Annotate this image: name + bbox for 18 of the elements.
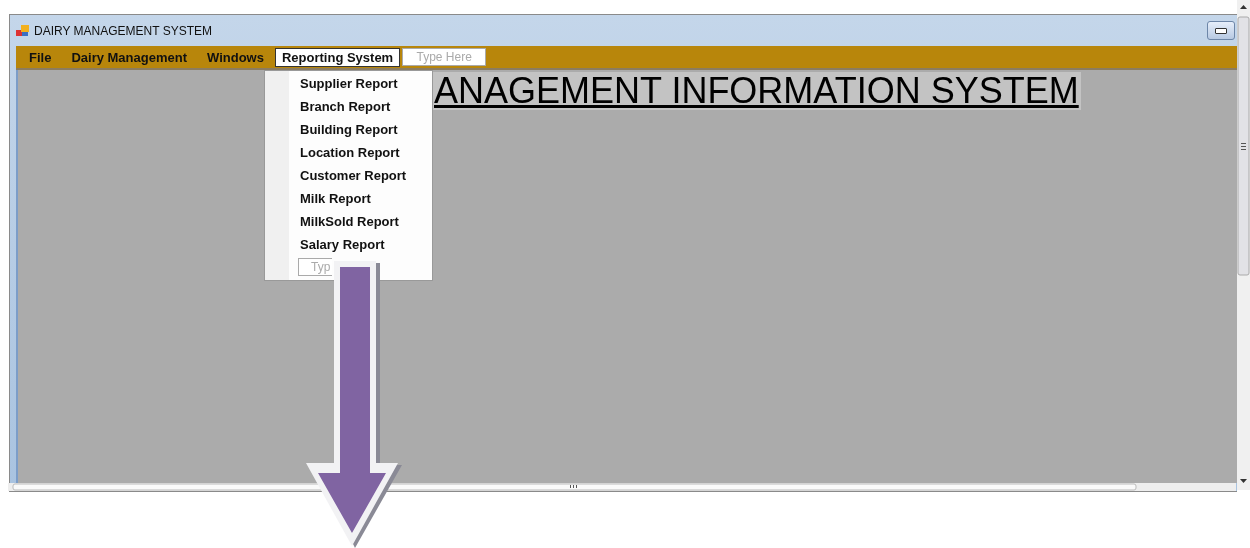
new-item-field[interactable]: Typ: [298, 258, 332, 276]
menu-item[interactable]: Windows: [198, 46, 273, 68]
dropdown-item[interactable]: Salary Report: [298, 235, 409, 255]
new-menu-field[interactable]: Type Here: [402, 48, 487, 66]
dropdown-item[interactable]: MilkSold Report: [298, 212, 409, 232]
menu-item[interactable]: File: [20, 46, 61, 68]
menu-item[interactable]: Dairy Management: [62, 46, 196, 68]
dropdown-item[interactable]: Supplier Report: [298, 74, 409, 94]
window-title: DAIRY MANAGEMENT SYSTEM: [34, 23, 214, 38]
app-icon: [16, 24, 30, 37]
dropdown-item[interactable]: Milk Report: [298, 189, 409, 209]
dropdown-item[interactable]: Customer Report: [298, 166, 409, 186]
heading: ANAGEMENT INFORMATION SYSTEM: [432, 72, 1081, 110]
dropdown-item[interactable]: Location Report: [298, 143, 409, 163]
menu-item[interactable]: Reporting System: [274, 47, 401, 67]
dropdown-item[interactable]: Building Report: [298, 120, 409, 140]
dropdown-item[interactable]: Branch Report: [298, 97, 409, 117]
restore-button[interactable]: [1207, 21, 1235, 40]
